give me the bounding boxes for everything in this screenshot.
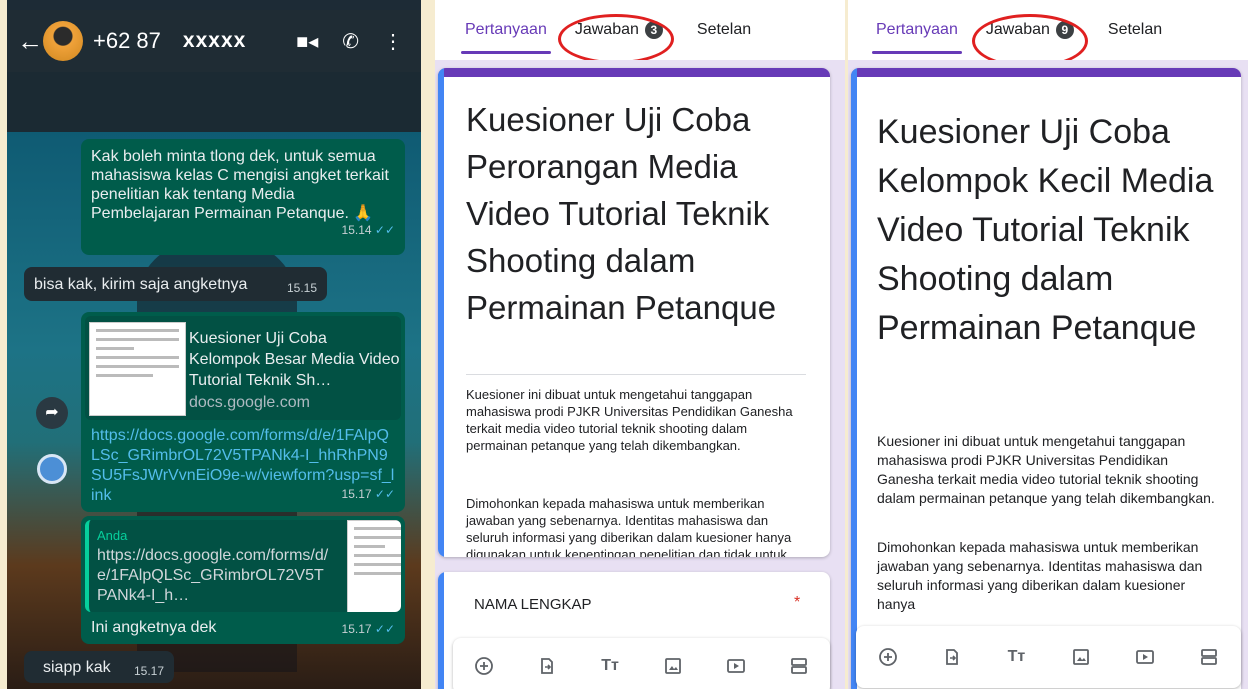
tab-settings[interactable]: Setelan xyxy=(1108,21,1162,39)
add-section-icon[interactable] xyxy=(788,655,810,677)
message-time: 15.17 xyxy=(341,487,372,501)
add-video-icon[interactable] xyxy=(1134,646,1156,668)
message-time: 15.14 xyxy=(341,223,372,237)
tab-settings[interactable]: Setelan xyxy=(697,21,751,39)
question-title: NAMA LENGKAP xyxy=(474,596,592,613)
tab-questions[interactable]: Pertanyaan xyxy=(461,21,551,54)
link-preview-thumbnail xyxy=(89,322,186,416)
add-question-icon[interactable] xyxy=(877,646,899,668)
form-description-2: Dimohonkan kepada mahasiswa untuk member… xyxy=(466,496,792,557)
form-header-card[interactable]: Kuesioner Uji Coba Perorangan Media Vide… xyxy=(438,68,830,557)
message-reply-outgoing[interactable]: Anda https://docs.google.com/forms/d/e/1… xyxy=(81,516,405,644)
form-title: Kuesioner Uji Coba Perorangan Media Vide… xyxy=(466,101,777,326)
message-text: siapp kak xyxy=(43,659,111,676)
quoted-author: Anda xyxy=(97,528,128,543)
import-questions-icon[interactable] xyxy=(536,655,558,677)
form-description-1: Kuesioner ini dibuat untuk mengetahui ta… xyxy=(877,433,1215,506)
whatsapp-chat-screenshot: ← +62 87 xxxxx ■◂ ✆ ⋮ Kak boleh minta tl… xyxy=(7,0,421,689)
tab-questions[interactable]: Pertanyaan xyxy=(872,21,962,54)
message-incoming[interactable]: bisa kak, kirim saja angketnya 15.15 xyxy=(24,267,327,301)
read-ticks-icon: ✓✓ xyxy=(374,487,395,501)
video-call-icon[interactable]: ■◂ xyxy=(296,29,318,54)
more-menu-icon[interactable]: ⋮ xyxy=(383,29,403,54)
form-header-card[interactable]: Kuesioner Uji Coba Kelompok Kecil Media … xyxy=(851,68,1241,689)
add-image-icon[interactable] xyxy=(662,655,684,677)
add-title-icon[interactable]: Tт xyxy=(599,655,621,677)
google-form-kelompok-kecil: Pertanyaan Jawaban 9 Setelan Kuesioner Uj… xyxy=(848,0,1248,689)
add-image-icon[interactable] xyxy=(1070,646,1092,668)
required-asterisk: * xyxy=(794,594,801,611)
quoted-text: https://docs.google.com/forms/d/e/1FAlpQ… xyxy=(97,547,329,604)
message-time: 15.17 xyxy=(341,622,372,636)
avatar[interactable] xyxy=(43,21,83,61)
forward-icon[interactable]: ➦ xyxy=(36,397,68,429)
read-ticks-icon: ✓✓ xyxy=(374,622,395,636)
form-toolbar: Tт xyxy=(856,626,1241,688)
form-description-1: Kuesioner ini dibuat untuk mengetahui ta… xyxy=(466,387,793,453)
message-incoming[interactable]: siapp kak 15.17 xyxy=(24,651,174,683)
link-preview-title: Kuesioner Uji Coba Kelompok Besar Media … xyxy=(189,330,400,389)
link-preview-domain: docs.google.com xyxy=(189,394,310,411)
google-form-perorangan: Pertanyaan Jawaban 3 Setelan Kuesioner Uj… xyxy=(435,0,845,689)
message-text: Ini angketnya dek xyxy=(91,619,217,636)
quoted-thumbnail xyxy=(347,520,401,612)
form-toolbar: Tт xyxy=(453,638,830,689)
logo-icon xyxy=(37,454,67,484)
message-time: 15.17 xyxy=(133,664,164,678)
add-section-icon[interactable] xyxy=(1198,646,1220,668)
read-ticks-icon: ✓✓ xyxy=(374,223,395,237)
form-description-2: Dimohonkan kepada mahasiswa untuk member… xyxy=(877,539,1203,612)
message-text: bisa kak, kirim saja angketnya xyxy=(34,276,248,293)
phone-call-icon[interactable]: ✆ xyxy=(342,29,359,54)
add-video-icon[interactable] xyxy=(725,655,747,677)
quoted-message[interactable]: Anda https://docs.google.com/forms/d/e/1… xyxy=(85,520,401,612)
add-title-icon[interactable]: Tт xyxy=(1005,646,1027,668)
contact-name[interactable]: xxxxx xyxy=(183,29,246,53)
back-arrow-icon[interactable]: ← xyxy=(17,26,43,57)
add-question-icon[interactable] xyxy=(473,655,495,677)
message-outgoing[interactable]: Kak boleh minta tlong dek, untuk semua m… xyxy=(81,139,405,255)
form-title: Kuesioner Uji Coba Kelompok Kecil Media … xyxy=(877,113,1214,347)
import-questions-icon[interactable] xyxy=(941,646,963,668)
message-link-outgoing[interactable]: Kuesioner Uji Coba Kelompok Besar Media … xyxy=(81,312,405,512)
chat-header: ← +62 87 xxxxx ■◂ ✆ ⋮ xyxy=(7,10,421,72)
link-preview-card[interactable]: Kuesioner Uji Coba Kelompok Besar Media … xyxy=(85,316,401,420)
highlight-circle xyxy=(558,14,674,64)
contact-phone[interactable]: +62 87 xyxy=(93,28,161,54)
message-time: 15.15 xyxy=(286,281,317,295)
message-text: Kak boleh minta tlong dek, untuk semua m… xyxy=(91,148,389,222)
